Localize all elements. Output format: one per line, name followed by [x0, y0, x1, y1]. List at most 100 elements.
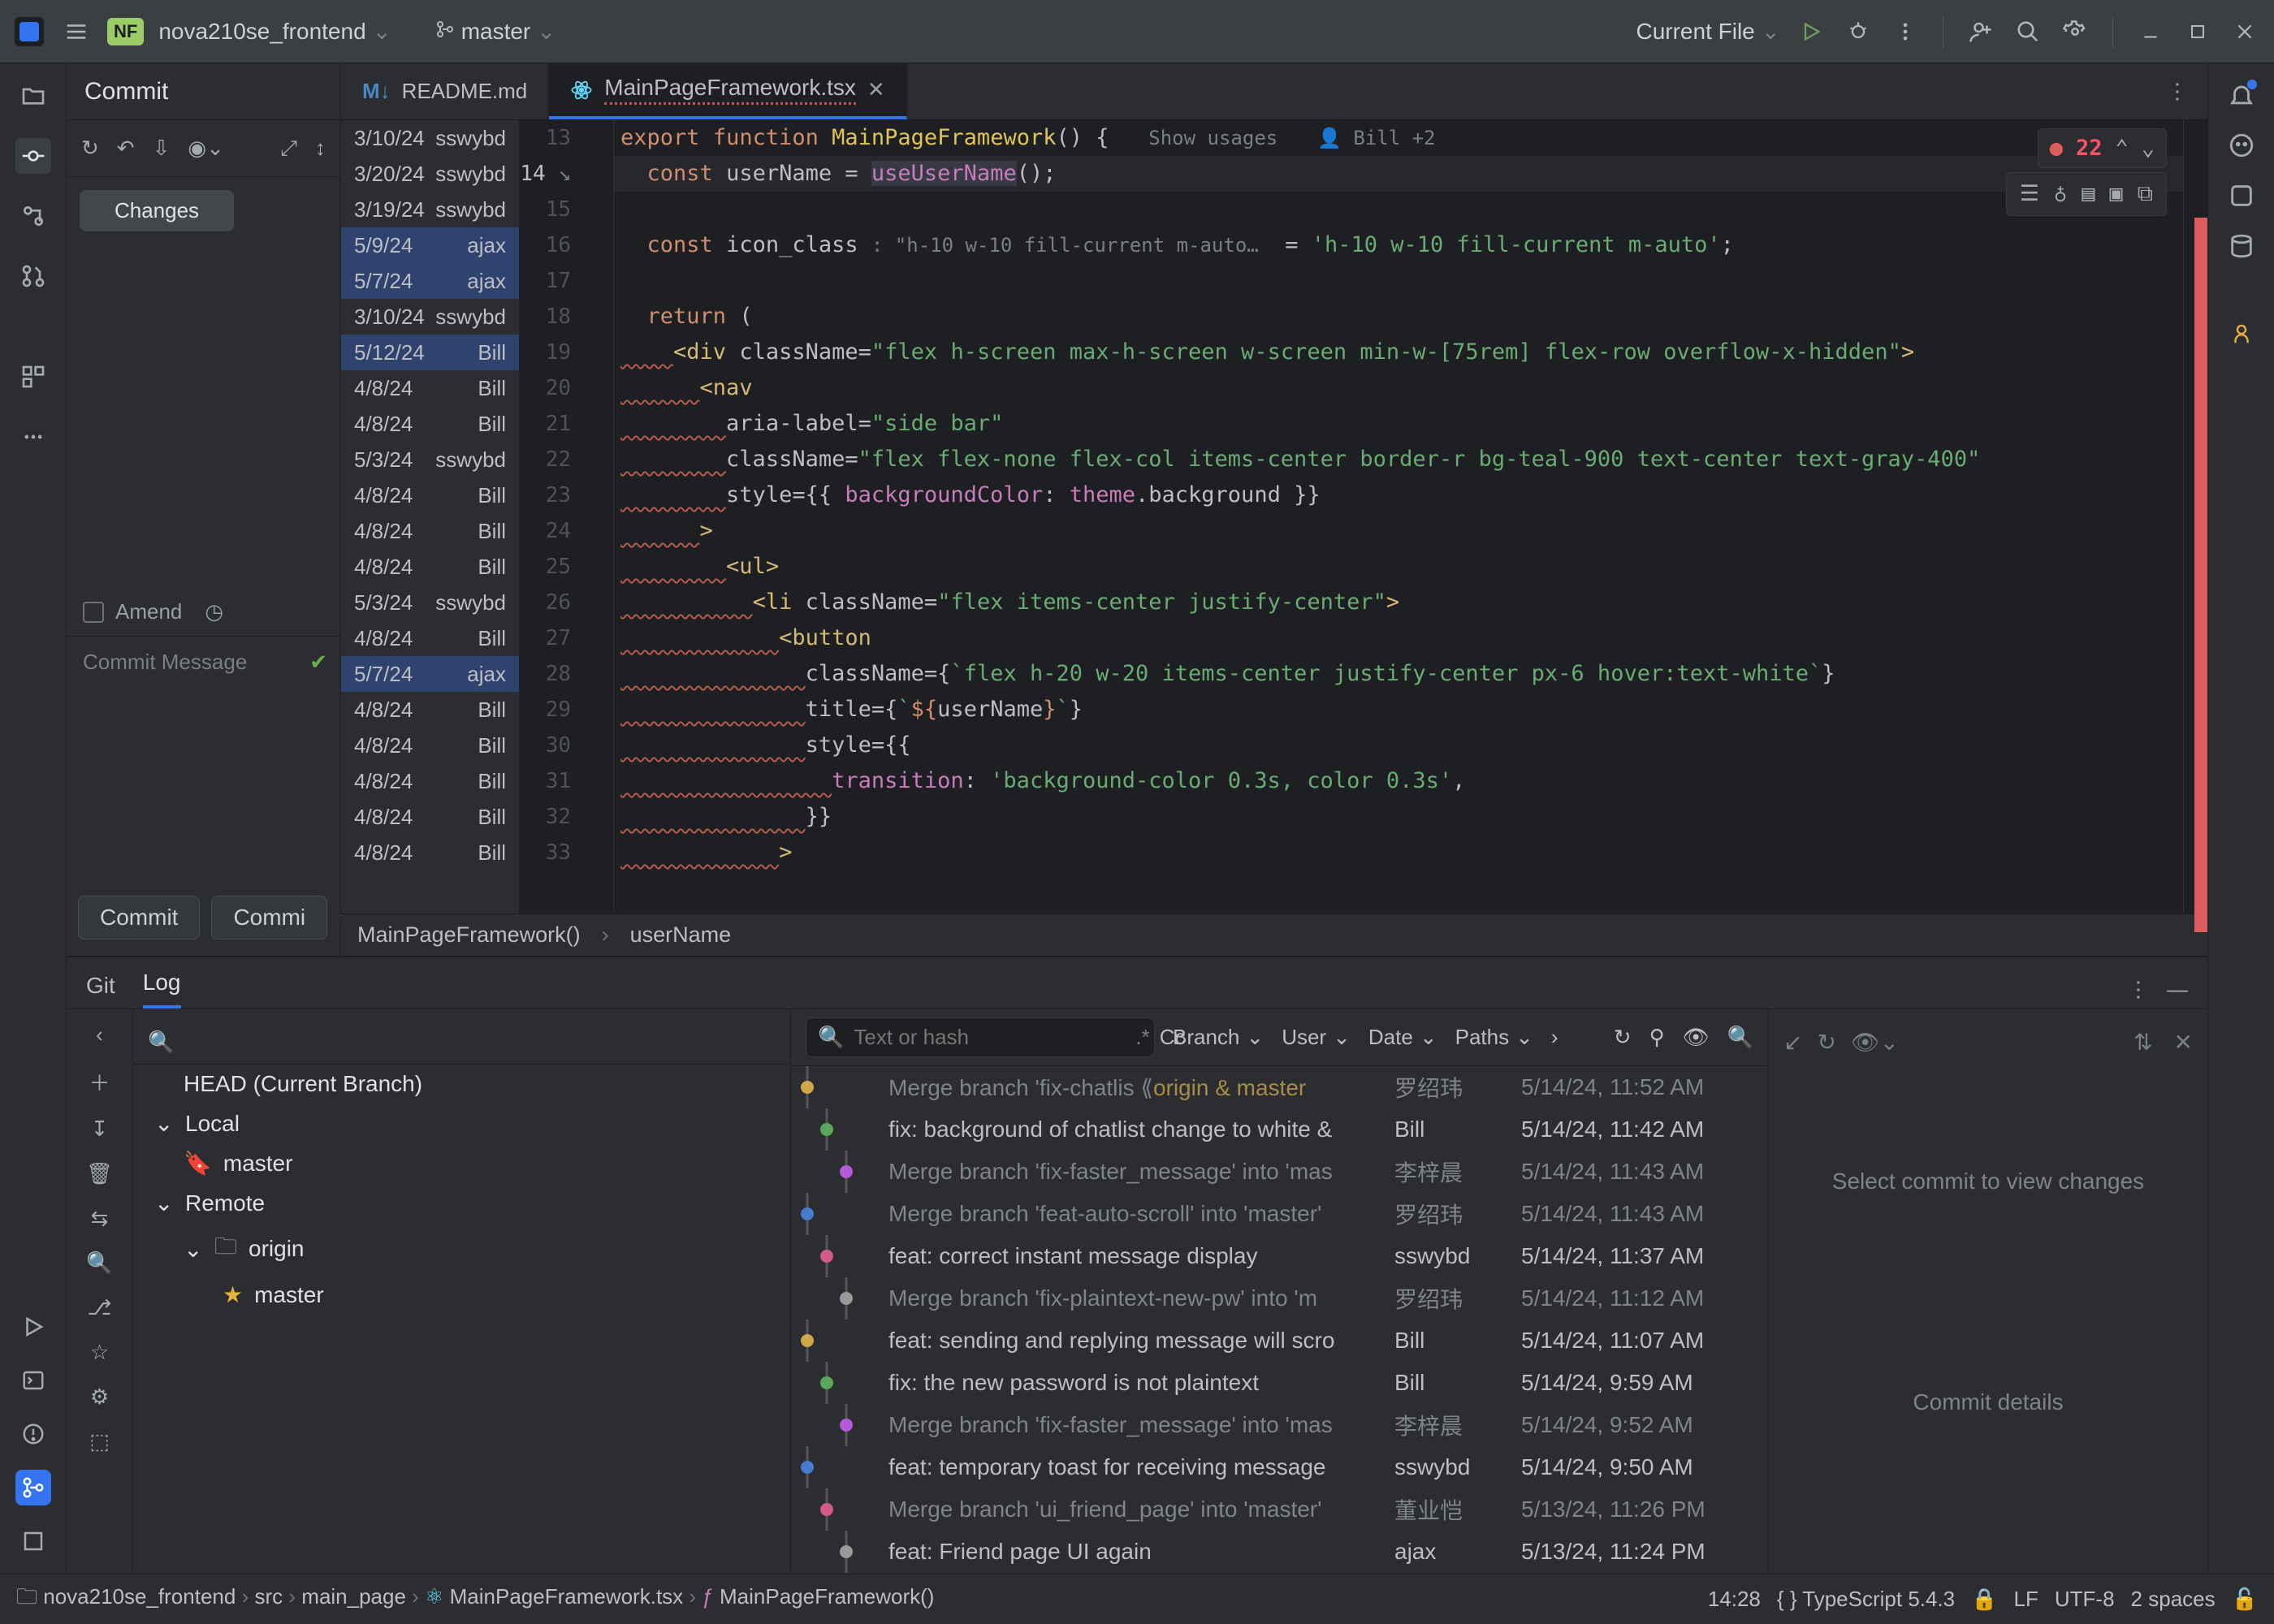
blame-row[interactable]: 4/8/24Bill: [341, 406, 519, 442]
build-tool-icon[interactable]: [15, 1523, 51, 1559]
search-icon[interactable]: [2012, 15, 2044, 48]
project-tool-icon[interactable]: [15, 78, 51, 114]
refresh-icon[interactable]: ↻: [81, 136, 99, 161]
reader-mode-toolbar[interactable]: ☰ ♁ ▤ ▣ ⧉: [2006, 172, 2167, 216]
commit-row[interactable]: Merge branch 'ui_friend_page' into 'mast…: [791, 1488, 1768, 1531]
amend-checkbox[interactable]: [83, 602, 104, 623]
expand-all-icon[interactable]: ↕: [315, 136, 326, 161]
ide-logo-icon[interactable]: [13, 15, 45, 48]
collapse-icon[interactable]: ‹: [96, 1022, 103, 1047]
branch-picker[interactable]: master ⌄: [435, 18, 556, 45]
commit-row[interactable]: fix: the new password is not plaintext B…: [791, 1362, 1768, 1404]
graph-icon[interactable]: ⎇: [88, 1295, 112, 1320]
ai-assistant-icon[interactable]: [2228, 132, 2255, 159]
blame-row[interactable]: 5/7/24ajax: [341, 656, 519, 692]
terminal-tool-icon[interactable]: [15, 1363, 51, 1398]
blame-row[interactable]: 5/12/24Bill: [341, 335, 519, 370]
structure-tool-icon[interactable]: [15, 198, 51, 234]
intellisort-icon[interactable]: 👁: [1683, 1025, 1710, 1050]
blame-row[interactable]: 4/8/24Bill: [341, 728, 519, 763]
commit-tool-icon[interactable]: [15, 138, 51, 174]
blame-row[interactable]: 4/8/24Bill: [341, 620, 519, 656]
main-menu-icon[interactable]: [60, 15, 93, 48]
git-options-icon[interactable]: ⋮: [2128, 977, 2149, 1002]
database-icon[interactable]: [2228, 232, 2255, 260]
notifications-icon[interactable]: [2228, 81, 2255, 109]
tab-readme[interactable]: M↓ README.md: [341, 63, 549, 119]
log-search[interactable]: 🔍 .* Cc: [806, 1017, 1155, 1057]
run-icon[interactable]: [1795, 15, 1827, 48]
commit-row[interactable]: Merge branch 'feat-auto-scroll' into 'ma…: [791, 1193, 1768, 1235]
inspections-widget[interactable]: ●22 ⌃ ⌄: [2038, 128, 2167, 168]
tree-head[interactable]: HEAD (Current Branch): [133, 1065, 790, 1104]
close-tab-icon[interactable]: ✕: [867, 77, 885, 102]
tree-local[interactable]: ⌄Local: [133, 1104, 790, 1143]
export-icon[interactable]: ⬚: [89, 1429, 110, 1454]
next-highlight-icon[interactable]: ⌄: [2142, 136, 2155, 161]
blame-row[interactable]: 5/9/24ajax: [341, 227, 519, 263]
commit-row[interactable]: feat: correct instant message display ss…: [791, 1235, 1768, 1277]
tree-local-master[interactable]: 🔖master: [133, 1143, 790, 1183]
status-indent[interactable]: 2 spaces: [2131, 1587, 2216, 1612]
compare-icon[interactable]: ⇆: [91, 1206, 109, 1231]
filter-paths[interactable]: Paths ⌄: [1455, 1025, 1533, 1050]
hierarchy-icon[interactable]: ♁: [2054, 181, 2067, 207]
problems-tool-icon[interactable]: [15, 1416, 51, 1452]
commit-message-input[interactable]: Commit Message ✔: [67, 636, 340, 896]
status-lang[interactable]: { } TypeScript 5.4.3: [1777, 1587, 1955, 1612]
cherry-pick-icon[interactable]: ⚲: [1649, 1025, 1665, 1050]
details-eye-icon[interactable]: 👁⌄: [1851, 1029, 1899, 1056]
filter-user[interactable]: User ⌄: [1282, 1025, 1351, 1050]
undo-icon[interactable]: ↶: [117, 136, 135, 161]
prev-highlight-icon[interactable]: ⌃: [2115, 136, 2128, 161]
blame-row[interactable]: 5/3/24sswybd: [341, 585, 519, 620]
git-tab-git[interactable]: Git: [86, 973, 115, 1009]
error-stripe[interactable]: [2183, 120, 2207, 914]
delete-branch-icon[interactable]: 🗑: [86, 1161, 113, 1186]
run-config[interactable]: Current File ⌄: [1636, 18, 1780, 45]
status-readonly-icon[interactable]: 🔓: [2232, 1587, 2258, 1612]
profiler-icon[interactable]: [2229, 322, 2254, 346]
card-view-icon[interactable]: ▤: [2082, 181, 2095, 207]
shelve-icon[interactable]: ⇩: [153, 136, 171, 161]
commit-row[interactable]: Merge branch 'fix-faster_message' into '…: [791, 1404, 1768, 1446]
blame-row[interactable]: 4/8/24Bill: [341, 549, 519, 585]
commits-list[interactable]: Merge branch 'fix-chatlis ⟪origin & mast…: [791, 1066, 1768, 1574]
filter-icon[interactable]: ⚙: [90, 1384, 109, 1410]
checkout-icon[interactable]: ↧: [91, 1116, 109, 1142]
commit-row[interactable]: Merge branch 'fix-chatlis ⟪origin & mast…: [791, 1066, 1768, 1108]
status-encoding[interactable]: UTF-8: [2055, 1587, 2115, 1612]
group-by-icon[interactable]: ⤢: [280, 136, 297, 162]
blame-row[interactable]: 4/8/24Bill: [341, 835, 519, 870]
commit-button[interactable]: Commit: [78, 896, 200, 939]
list-view-icon[interactable]: ☰: [2020, 181, 2039, 207]
commit-row[interactable]: Merge branch 'fix-plaintext-new-pw' into…: [791, 1277, 1768, 1320]
details-back-icon[interactable]: ↙: [1783, 1029, 1802, 1056]
copy-icon[interactable]: ⧉: [2138, 181, 2153, 207]
tree-remote[interactable]: ⌄Remote: [133, 1183, 790, 1223]
pull-requests-tool-icon[interactable]: [15, 258, 51, 294]
project-name[interactable]: nova210se_frontend ⌄: [158, 18, 391, 45]
log-search-input[interactable]: [854, 1025, 1126, 1050]
filter-branch[interactable]: Branch ⌄: [1173, 1025, 1264, 1050]
blame-row[interactable]: 5/7/24ajax: [341, 263, 519, 299]
commit-row[interactable]: feat: temporary toast for receiving mess…: [791, 1446, 1768, 1488]
annotate-blame-column[interactable]: 3/10/24sswybd3/20/24sswybd3/19/24sswybd5…: [341, 120, 520, 914]
blame-row[interactable]: 3/10/24sswybd: [341, 120, 519, 156]
coverage-icon[interactable]: [2228, 182, 2255, 209]
blame-row[interactable]: 3/10/24sswybd: [341, 299, 519, 335]
image-view-icon[interactable]: ▣: [2109, 181, 2122, 207]
preview-diff-icon[interactable]: ◉⌄: [188, 136, 223, 161]
blame-row[interactable]: 3/20/24sswybd: [341, 156, 519, 192]
status-linesep[interactable]: LF: [2014, 1587, 2038, 1612]
changes-tab[interactable]: Changes: [80, 190, 234, 231]
services-tool-icon[interactable]: [15, 359, 51, 395]
commit-and-push-button[interactable]: Commi: [211, 896, 327, 939]
find-branch-icon[interactable]: 🔍: [86, 1250, 112, 1276]
vcs-tool-icon[interactable]: [15, 1470, 51, 1505]
editor-breadcrumb[interactable]: MainPageFramework()›userName: [341, 914, 2207, 956]
code-with-me-icon[interactable]: [1965, 15, 1997, 48]
filter-more-icon[interactable]: ›: [1551, 1025, 1559, 1050]
maximize-icon[interactable]: [2181, 15, 2214, 48]
blame-row[interactable]: 4/8/24Bill: [341, 513, 519, 549]
